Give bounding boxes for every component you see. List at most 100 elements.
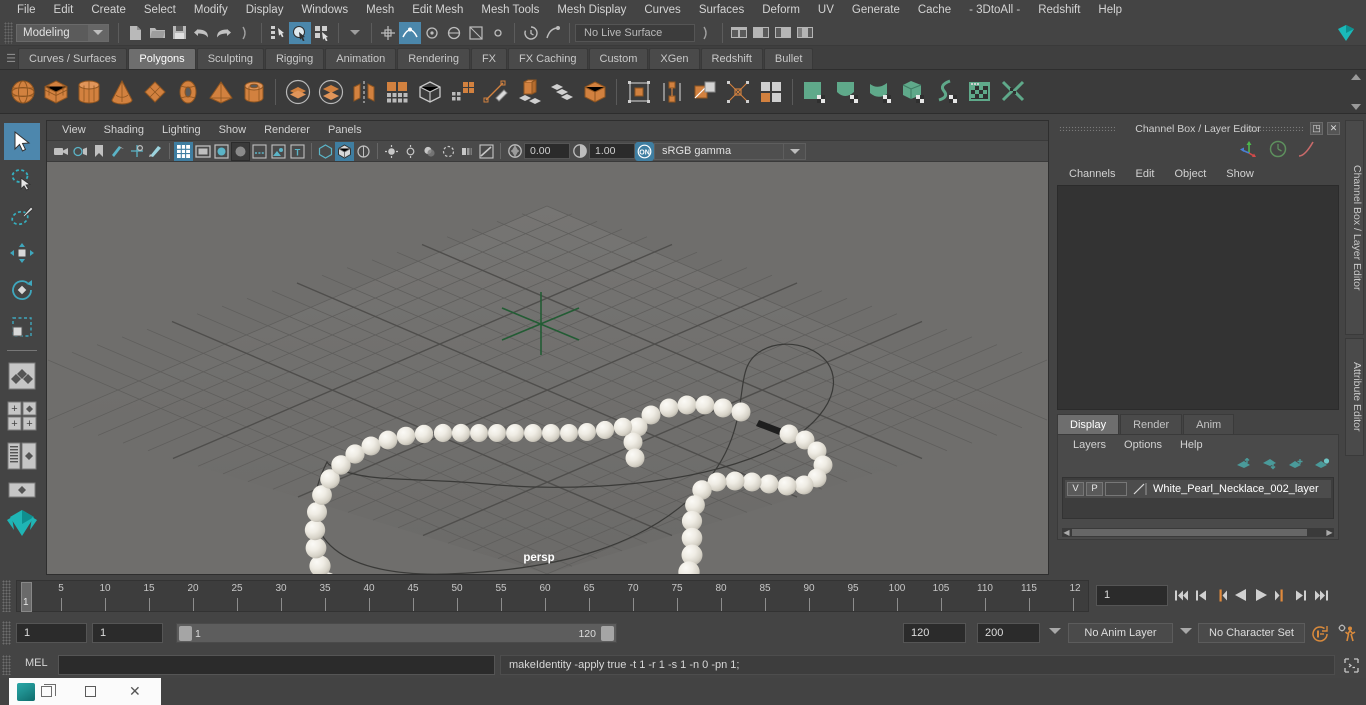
undo-icon[interactable]: [190, 22, 212, 44]
shadows-icon[interactable]: [420, 142, 439, 161]
layer-row[interactable]: V P White_Pearl_Necklace_002_layer: [1065, 480, 1331, 498]
layer-color-swatch[interactable]: [1105, 482, 1127, 496]
layout-single-perspective[interactable]: [4, 356, 40, 396]
play-forwards-button[interactable]: [1252, 584, 1270, 606]
menu-surfaces[interactable]: Surfaces: [690, 0, 753, 20]
poly-mirror-icon[interactable]: [347, 75, 380, 108]
panel-grip-left[interactable]: [1059, 126, 1115, 131]
menu-curves[interactable]: Curves: [635, 0, 689, 20]
move-tool[interactable]: [4, 234, 40, 271]
anim-layer-field[interactable]: No Anim Layer: [1068, 623, 1173, 643]
xray-mode-icon[interactable]: [316, 142, 335, 161]
go-to-end-button[interactable]: [1312, 584, 1330, 606]
poly-cone-icon[interactable]: [105, 75, 138, 108]
poly-plane-icon[interactable]: [138, 75, 171, 108]
maximize-icon[interactable]: [85, 686, 96, 697]
viewport-menu-shading[interactable]: Shading: [95, 121, 153, 140]
sculpt-grab-icon[interactable]: [798, 75, 831, 108]
construction-history-toggle-icon[interactable]: [542, 22, 564, 44]
scale-tool[interactable]: [4, 308, 40, 345]
snap-to-curve-icon[interactable]: [399, 21, 421, 44]
time-field-icon[interactable]: [1269, 140, 1287, 161]
exposure-field[interactable]: 0.00: [524, 143, 570, 159]
command-language-label[interactable]: MEL: [25, 657, 48, 669]
two-d-pan-zoom-icon[interactable]: [127, 142, 146, 161]
bookmark-icon[interactable]: [89, 142, 108, 161]
shelf-tab-sculpting[interactable]: Sculpting: [196, 48, 264, 69]
viewport-3d-canvas[interactable]: persp: [47, 162, 1048, 574]
animation-end-time-field[interactable]: 200: [977, 623, 1040, 643]
save-scene-icon[interactable]: [168, 22, 190, 44]
shelf-tab-rigging[interactable]: Rigging: [264, 48, 325, 69]
panel-close-icon[interactable]: ✕: [1327, 122, 1340, 135]
menu-create[interactable]: Create: [82, 0, 135, 20]
show-hide-attribute-editor-icon[interactable]: [750, 22, 772, 44]
shaded-mode-icon[interactable]: [212, 142, 231, 161]
viewport-menu-lighting[interactable]: Lighting: [153, 121, 210, 140]
layout-hypershade[interactable]: [4, 476, 40, 504]
menu-edit-mesh[interactable]: Edit Mesh: [403, 0, 472, 20]
panel-grip-right[interactable]: [1247, 126, 1303, 131]
layer-list-scrollbar[interactable]: ◀ ▶: [1062, 528, 1334, 537]
film-gate-icon[interactable]: [193, 142, 212, 161]
shelf-tab-animation[interactable]: Animation: [325, 48, 397, 69]
snap-to-projected-center-icon[interactable]: [443, 22, 465, 44]
snap-to-grid-icon[interactable]: [377, 22, 399, 44]
color-management-select[interactable]: sRGB gamma: [654, 142, 784, 160]
viewport-menu-panels[interactable]: Panels: [319, 121, 371, 140]
poly-extrude-icon[interactable]: [446, 75, 479, 108]
shelf-tab-xgen[interactable]: XGen: [649, 48, 700, 69]
menu-mesh-display[interactable]: Mesh Display: [548, 0, 635, 20]
construction-history-icon[interactable]: [520, 22, 542, 44]
poly-pipe-icon[interactable]: [237, 75, 270, 108]
select-by-object-type-icon[interactable]: [289, 21, 311, 44]
sculpt-mirror-icon[interactable]: [996, 75, 1029, 108]
channel-menu-channels[interactable]: Channels: [1059, 168, 1125, 180]
move-axis-gizmo-icon[interactable]: [1239, 140, 1259, 161]
shelf-tab-fx-caching[interactable]: FX Caching: [508, 48, 588, 69]
maya-logo-badge-icon[interactable]: [1332, 21, 1360, 45]
playback-end-time-field[interactable]: 120: [903, 623, 966, 643]
open-scene-icon[interactable]: [146, 22, 168, 44]
shelf-menu-grip[interactable]: ☰: [4, 47, 18, 69]
xray-joints-icon[interactable]: [335, 141, 354, 161]
poly-cylinder-icon[interactable]: [72, 75, 105, 108]
poly-sphere-icon[interactable]: [6, 75, 39, 108]
status-line-grip[interactable]: [4, 21, 13, 44]
channel-menu-show[interactable]: Show: [1216, 168, 1264, 180]
step-back-frame-button[interactable]: [1212, 584, 1230, 606]
range-slider-bar[interactable]: 1 120: [176, 623, 617, 643]
show-hide-channel-box-icon[interactable]: [794, 22, 816, 44]
wireframe-on-shaded-icon[interactable]: [250, 142, 269, 161]
layer-playback-toggle[interactable]: P: [1086, 482, 1103, 496]
new-layer-from-selected-icon[interactable]: [1314, 457, 1330, 473]
sculpt-smooth-icon[interactable]: [831, 75, 864, 108]
restore-icon[interactable]: [41, 684, 56, 697]
poly-separate-icon[interactable]: [314, 75, 347, 108]
poly-smooth-icon[interactable]: [380, 75, 413, 108]
panel-undock-icon[interactable]: ◳: [1310, 122, 1323, 135]
current-frame-field[interactable]: 1: [1096, 585, 1168, 606]
use-default-material-icon[interactable]: T: [288, 142, 307, 161]
make-live-field[interactable]: No Live Surface: [575, 23, 695, 42]
snap-to-pivot-icon[interactable]: [487, 22, 509, 44]
menu-display[interactable]: Display: [237, 0, 293, 20]
dock-tab-channel-box[interactable]: Channel Box / Layer Editor: [1345, 120, 1364, 335]
poly-bridge-icon[interactable]: [545, 75, 578, 108]
move-layer-up-icon[interactable]: [1236, 457, 1252, 473]
layer-visibility-toggle[interactable]: V: [1067, 482, 1084, 496]
command-input[interactable]: [58, 655, 495, 675]
channel-menu-object[interactable]: Object: [1164, 168, 1216, 180]
color-management-dropdown-arrow[interactable]: [784, 142, 806, 160]
go-to-start-button[interactable]: [1172, 584, 1190, 606]
poly-cube-icon[interactable]: [39, 75, 72, 108]
shelf-tab-redshift[interactable]: Redshift: [700, 48, 763, 69]
menu-redshift[interactable]: Redshift: [1029, 0, 1089, 20]
paint-select-tool[interactable]: [4, 197, 40, 234]
gamma-field[interactable]: 1.00: [589, 143, 635, 159]
viewport-menu-renderer[interactable]: Renderer: [255, 121, 319, 140]
menuset-selector[interactable]: Modeling: [16, 23, 109, 42]
redo-icon[interactable]: [212, 22, 234, 44]
lighting-default-icon[interactable]: [382, 142, 401, 161]
menu-deform[interactable]: Deform: [753, 0, 809, 20]
